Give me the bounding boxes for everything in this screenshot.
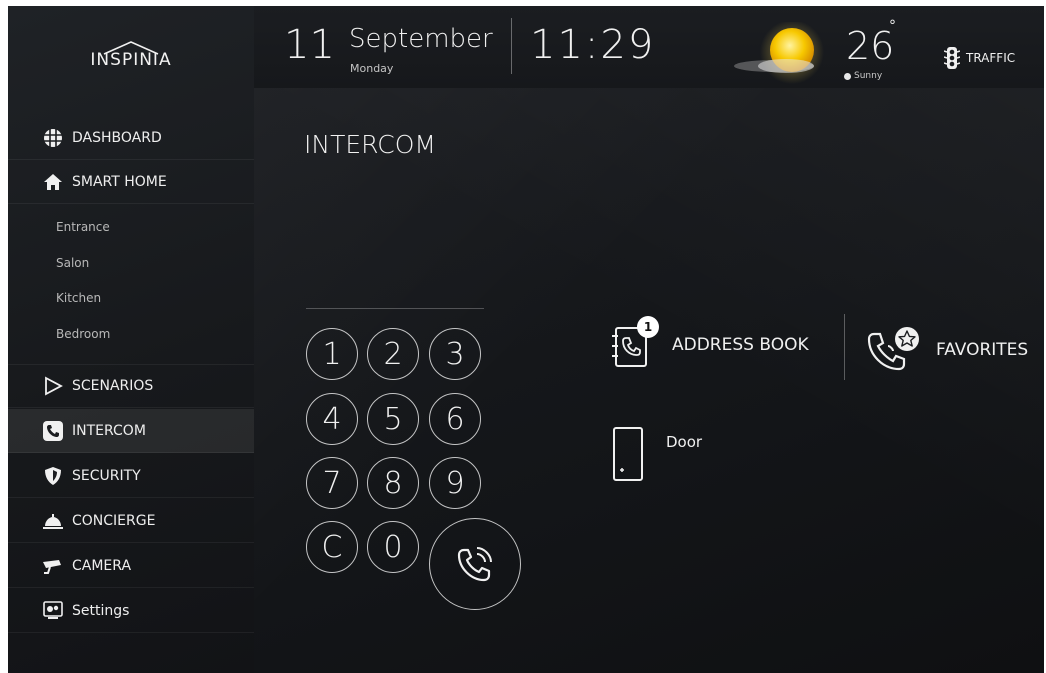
traffic-light-icon	[944, 47, 960, 69]
keypad-key-9[interactable]: 9	[429, 457, 481, 509]
header-divider	[511, 18, 512, 74]
settings-gears-icon	[42, 600, 64, 622]
sidebar-item-smart-home[interactable]: SMART HOME	[8, 160, 254, 204]
sidebar-item-label: INTERCOM	[72, 422, 146, 439]
weather-condition-label: Sunny	[854, 71, 883, 81]
sub-item-salon[interactable]: Salon	[56, 256, 89, 270]
call-button[interactable]	[429, 518, 521, 610]
app-frame: INSPINIA DASHBOARD SMART HOME Entrance S…	[8, 6, 1044, 673]
door-icon	[613, 427, 643, 481]
door-label: Door	[666, 433, 703, 451]
door-contact-item[interactable]: Door	[610, 424, 702, 484]
dial-number-display[interactable]	[306, 308, 484, 309]
sidebar-item-label: SMART HOME	[72, 173, 167, 190]
sub-item-bedroom[interactable]: Bedroom	[56, 327, 110, 341]
info-icon	[844, 72, 851, 80]
weather-condition: Sunny	[844, 71, 882, 81]
phone-call-icon	[457, 547, 492, 582]
traffic-label: TRAFFIC	[966, 51, 1016, 65]
logo: INSPINIA	[8, 6, 254, 106]
cctv-camera-icon	[42, 555, 64, 577]
sidebar-item-label: SECURITY	[72, 467, 141, 484]
keypad-key-7[interactable]: 7	[306, 457, 358, 509]
date-weekday: Monday	[350, 62, 394, 75]
sidebar-item-security[interactable]: SECURITY	[8, 454, 254, 498]
sidebar-item-label: Settings	[72, 602, 130, 619]
sidebar: INSPINIA DASHBOARD SMART HOME Entrance S…	[8, 6, 254, 673]
shield-icon	[42, 465, 64, 487]
keypad-key-5[interactable]: 5	[367, 393, 419, 445]
keypad-key-6[interactable]: 6	[429, 393, 481, 445]
clock-time: 11:29	[530, 22, 656, 68]
service-bell-icon	[42, 510, 64, 532]
sidebar-item-label: DASHBOARD	[72, 129, 162, 146]
traffic-button[interactable]: TRAFFIC	[944, 46, 1015, 70]
sidebar-item-intercom[interactable]: INTERCOM	[8, 409, 254, 453]
keypad-key-8[interactable]: 8	[367, 457, 419, 509]
favorites-phone-star-icon	[867, 327, 919, 371]
keypad-key-2[interactable]: 2	[367, 328, 419, 380]
sidebar-item-label: CAMERA	[72, 557, 132, 574]
main-content: INTERCOM 1 2 3 4 5 6 7 8 9 C 0 1 ADDRESS…	[254, 88, 1044, 673]
degree-symbol: °	[889, 18, 896, 34]
logo-text: INSPINIA	[90, 50, 172, 70]
header-bar: 11 September Monday 11:29 26 ° Sunny TRA…	[254, 6, 1044, 88]
sub-item-entrance[interactable]: Entrance	[56, 220, 110, 234]
favorites-label: FAVORITES	[936, 340, 1029, 360]
sidebar-item-settings[interactable]: Settings	[8, 589, 254, 633]
sidebar-item-label: SCENARIOS	[72, 378, 154, 394]
temperature-value: 26	[846, 24, 895, 68]
keypad-key-clear[interactable]: C	[306, 521, 358, 573]
sun-cloud-weather-icon	[734, 22, 824, 84]
keypad-key-4[interactable]: 4	[306, 393, 358, 445]
keypad-key-1[interactable]: 1	[306, 328, 358, 380]
sub-item-kitchen[interactable]: Kitchen	[56, 291, 101, 305]
sidebar-item-label: CONCIERGE	[72, 512, 156, 529]
page-title: INTERCOM	[304, 130, 436, 159]
date-day: 11	[284, 22, 335, 68]
date-month: September	[349, 24, 493, 54]
dashboard-grid-icon	[42, 127, 64, 149]
favorites-button[interactable]: FAVORITES	[864, 324, 1028, 376]
sidebar-item-concierge[interactable]: CONCIERGE	[8, 499, 254, 543]
keypad-key-0[interactable]: 0	[367, 521, 419, 573]
home-icon	[42, 171, 64, 193]
action-divider	[844, 314, 845, 380]
play-triangle-icon	[42, 375, 64, 397]
keypad-key-3[interactable]: 3	[429, 328, 481, 380]
phone-icon	[42, 420, 64, 442]
address-book-badge: 1	[637, 316, 659, 338]
sidebar-item-dashboard[interactable]: DASHBOARD	[8, 116, 254, 160]
address-book-label: ADDRESS BOOK	[672, 335, 809, 355]
sidebar-item-scenarios[interactable]: SCENARIOS	[8, 364, 254, 408]
address-book-button[interactable]: 1 ADDRESS BOOK	[610, 316, 809, 370]
sidebar-item-camera[interactable]: CAMERA	[8, 544, 254, 588]
